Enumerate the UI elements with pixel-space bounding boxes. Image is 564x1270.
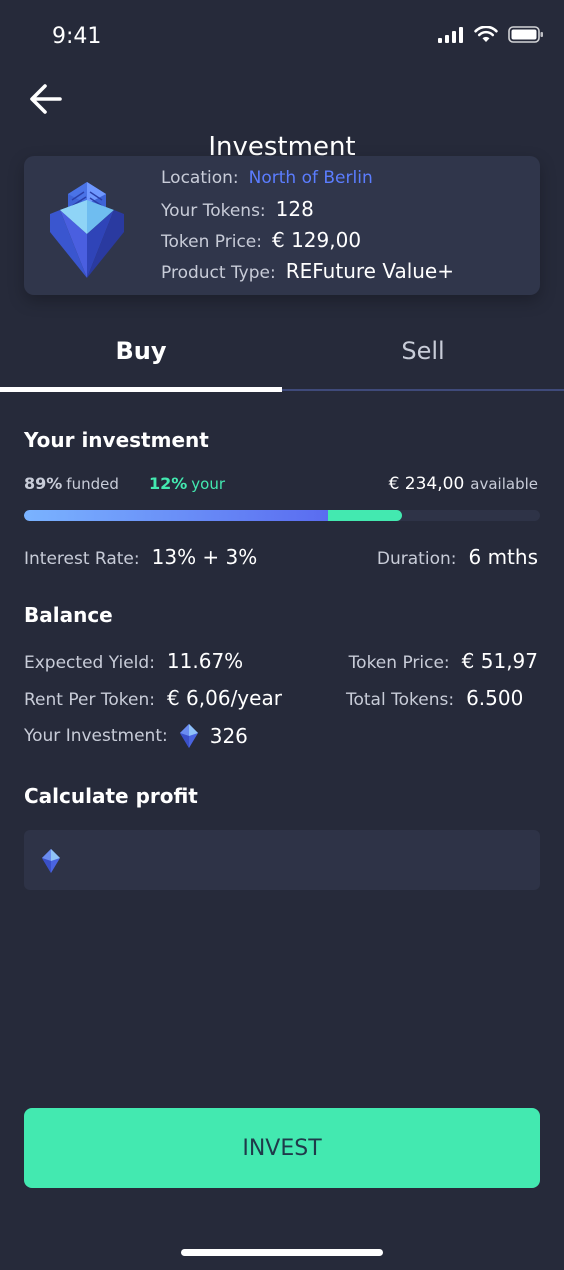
token-icon	[179, 724, 198, 748]
product-card: Location: North of Berlin Your Tokens: 1…	[24, 156, 540, 295]
total-tokens-label: Total Tokens:	[346, 690, 455, 710]
funded-label: funded	[66, 475, 119, 493]
token-price-label: Token Price:	[348, 653, 450, 673]
back-button[interactable]	[28, 82, 68, 118]
interest-rate-label: Interest Rate:	[24, 549, 140, 569]
tokens-label: Your Tokens:	[161, 201, 266, 221]
duration-label: Duration:	[376, 549, 457, 569]
product-type-value: REFuture Value+	[285, 259, 454, 283]
wifi-icon	[474, 26, 498, 42]
duration-value: 6 mths	[468, 545, 538, 569]
tokens-row: Your Tokens: 128	[161, 197, 314, 221]
battery-icon	[508, 26, 543, 43]
available-amount: € 234,00	[388, 474, 465, 494]
signal-icon	[438, 26, 463, 43]
tab-active-indicator	[0, 387, 282, 392]
funding-progress-bar	[24, 510, 540, 521]
rent-per-token-value: € 6,06/year	[166, 686, 282, 710]
arrow-left-icon	[30, 84, 62, 114]
available-stat: € 234,00 available	[389, 474, 538, 494]
total-tokens-value: 6.500	[466, 686, 524, 710]
status-icons	[438, 26, 544, 43]
funded-percent: 89%	[24, 474, 63, 493]
interest-rate-row: Interest Rate: 13% + 3%	[24, 545, 257, 569]
location-link[interactable]: North of Berlin	[249, 168, 373, 188]
your-label: your	[191, 475, 226, 493]
location-row: Location: North of Berlin	[161, 168, 373, 188]
your-investment-row: Your Investment: 326	[24, 724, 248, 748]
expected-yield-value: 11.67%	[166, 649, 244, 673]
your-investment-value: 326	[209, 724, 248, 748]
balance-section-title: Balance	[24, 603, 113, 627]
calculate-profit-input[interactable]	[24, 830, 540, 890]
tokens-value: 128	[275, 197, 314, 221]
crystal-logo-icon	[50, 182, 124, 278]
funded-stat: 89% funded	[24, 474, 119, 493]
product-type-label: Product Type:	[161, 263, 276, 283]
invest-button[interactable]: INVEST	[24, 1108, 540, 1188]
investment-section-title: Your investment	[24, 428, 209, 452]
progress-your-fill	[328, 510, 403, 521]
rent-per-token-row: Rent Per Token: € 6,06/year	[24, 686, 282, 710]
tab-buy[interactable]: Buy	[0, 337, 282, 391]
price-value: € 129,00	[271, 228, 362, 252]
duration-row: Duration: 6 mths	[377, 545, 538, 569]
your-percent: 12%	[149, 474, 188, 493]
price-row: Token Price: € 129,00	[161, 228, 361, 252]
token-price-value: € 51,97	[461, 649, 538, 673]
your-investment-label: Your Investment:	[24, 726, 168, 746]
token-price-row: Token Price: € 51,97	[349, 649, 538, 673]
available-label: available	[470, 475, 538, 493]
interest-rate-value: 13% + 3%	[151, 545, 258, 569]
status-time: 9:41	[52, 24, 102, 49]
your-stat: 12% your	[149, 474, 225, 493]
expected-yield-row: Expected Yield: 11.67%	[24, 649, 243, 673]
rent-per-token-label: Rent Per Token:	[24, 690, 155, 710]
expected-yield-label: Expected Yield:	[24, 653, 155, 673]
total-tokens-row: Total Tokens: 6.500	[346, 686, 523, 710]
price-label: Token Price:	[161, 232, 262, 252]
location-label: Location:	[161, 168, 239, 188]
progress-funded-fill	[24, 510, 329, 521]
home-indicator	[181, 1249, 383, 1256]
token-icon	[42, 849, 60, 873]
tab-sell[interactable]: Sell	[282, 337, 564, 391]
calculate-section-title: Calculate profit	[24, 784, 198, 808]
product-type-row: Product Type: REFuture Value+	[161, 259, 454, 283]
